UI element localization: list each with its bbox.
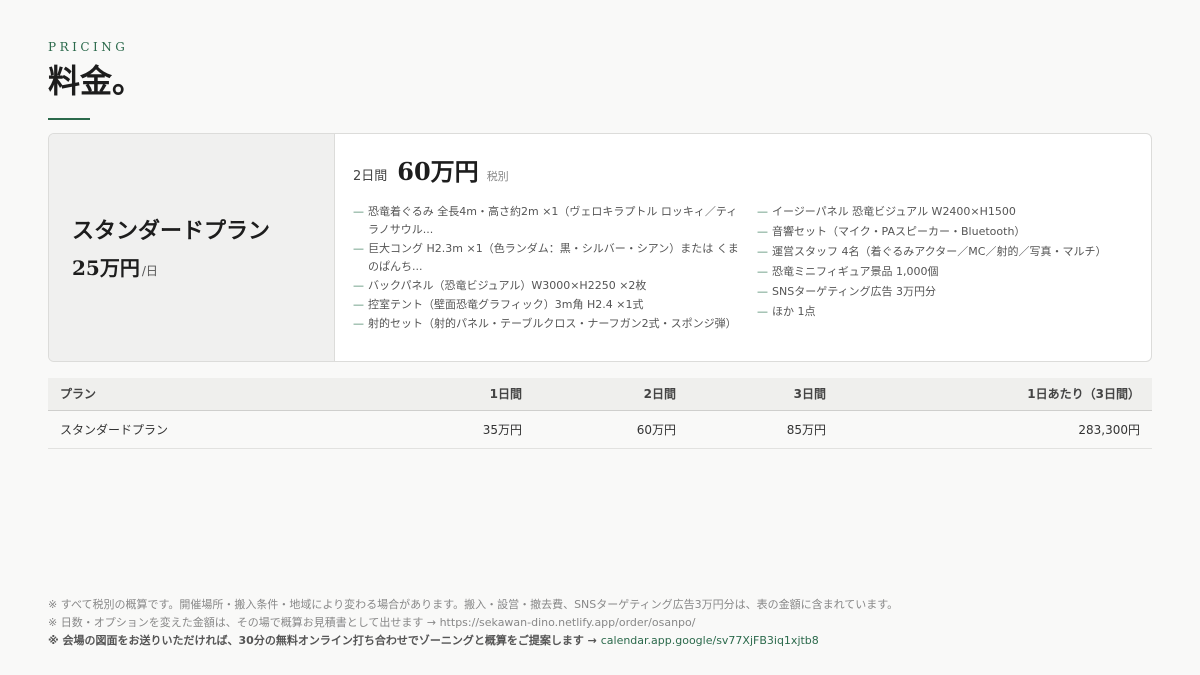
plan-card-details: 2日間 60万円 税別 恐竜着ぐるみ 全長4m・高さ約2m ×1（ヴェロキラプト… <box>335 134 1151 361</box>
headline-tax-note: 税別 <box>486 170 509 183</box>
feature-column-right: イージーパネル 恐竜ビジュアル W2400×H1500 音響セット（マイク・PA… <box>757 203 1131 334</box>
page-title: 料金。 <box>48 62 145 100</box>
table-header-row: プラン 1日間 2日間 3日間 1日あたり（3日間） <box>48 378 1152 411</box>
calendar-link[interactable]: calendar.app.google/sv77XjFB3iq1xjtb8 <box>601 634 819 647</box>
headline-days: 2日間 <box>353 169 388 184</box>
table-cell-plan: スタンダードプラン <box>48 410 418 449</box>
table-cell-1day: 35万円 <box>418 410 534 449</box>
feature-item: 控室テント（壁面恐竜グラフィック）3m角 H2.4 ×1式 <box>353 296 739 314</box>
footnote-estimate: ※ 日数・オプションを変えた金額は、その場で概算お見積書として出せます → ht… <box>48 616 696 629</box>
table-row: スタンダードプラン 35万円 60万円 85万円 283,300円 <box>48 410 1152 449</box>
feature-list: 恐竜着ぐるみ 全長4m・高さ約2m ×1（ヴェロキラプトル ロッキィ／ティラノサ… <box>353 203 1131 334</box>
headline-price: 60万円 <box>397 157 479 186</box>
column-header-2days: 2日間 <box>534 378 688 411</box>
footnotes: ※ すべて税別の概算です。開催場所・搬入条件・地域により変わる場合があります。搬… <box>48 596 1158 650</box>
feature-item: 恐竜着ぐるみ 全長4m・高さ約2m ×1（ヴェロキラプトル ロッキィ／ティラノサ… <box>353 203 739 239</box>
feature-item: SNSターゲティング広告 3万円分 <box>757 283 1131 301</box>
title-underline <box>48 118 90 120</box>
feature-item: 射的セット（射的パネル・テーブルクロス・ナーフガン2式・スポンジ弾） <box>353 315 739 333</box>
pricing-table: プラン 1日間 2日間 3日間 1日あたり（3日間） スタンダードプラン 35万… <box>48 378 1152 449</box>
column-header-plan: プラン <box>48 378 418 411</box>
feature-item: ほか 1点 <box>757 303 1131 321</box>
feature-item: イージーパネル 恐竜ビジュアル W2400×H1500 <box>757 203 1131 221</box>
plan-price-value: 25万円 <box>72 256 140 281</box>
footnote-tax: ※ すべて税別の概算です。開催場所・搬入条件・地域により変わる場合があります。搬… <box>48 598 899 611</box>
plan-card-summary: スタンダードプラン 25万円/日 <box>49 134 335 361</box>
column-header-3days: 3日間 <box>688 378 838 411</box>
plan-headline-price: 2日間 60万円 税別 <box>353 152 1131 187</box>
feature-item: バックパネル（恐竜ビジュアル）W3000×H2250 ×2枚 <box>353 277 739 295</box>
column-header-per-day: 1日あたり（3日間） <box>838 378 1152 411</box>
feature-item: 巨大コング H2.3m ×1（色ランダム：黒・シルバー・シアン）または くまのぱ… <box>353 240 739 276</box>
plan-daily-price: 25万円/日 <box>72 252 334 281</box>
table-cell-3days: 85万円 <box>688 410 838 449</box>
feature-item: 恐竜ミニフィギュア景品 1,000個 <box>757 263 1131 281</box>
plan-name: スタンダードプラン <box>72 218 271 244</box>
plan-price-unit: /日 <box>141 264 158 279</box>
feature-item: 音響セット（マイク・PAスピーカー・Bluetooth） <box>757 223 1131 241</box>
column-header-1day: 1日間 <box>418 378 534 411</box>
table-cell-2days: 60万円 <box>534 410 688 449</box>
plan-card: スタンダードプラン 25万円/日 2日間 60万円 税別 恐竜着ぐるみ 全長4m… <box>48 133 1152 362</box>
footnote-consultation: ※ 会場の図面をお送りいただければ、30分の無料オンライン打ち合わせでゾーニング… <box>48 632 1158 650</box>
feature-item: 運営スタッフ 4名（着ぐるみアクター／MC／射的／写真・マルチ） <box>757 243 1131 261</box>
section-eyebrow: PRICING <box>48 40 129 54</box>
table-cell-per-day: 283,300円 <box>838 410 1152 449</box>
footnote-consultation-text: ※ 会場の図面をお送りいただければ、30分の無料オンライン打ち合わせでゾーニング… <box>48 634 597 647</box>
feature-column-left: 恐竜着ぐるみ 全長4m・高さ約2m ×1（ヴェロキラプトル ロッキィ／ティラノサ… <box>353 203 757 334</box>
